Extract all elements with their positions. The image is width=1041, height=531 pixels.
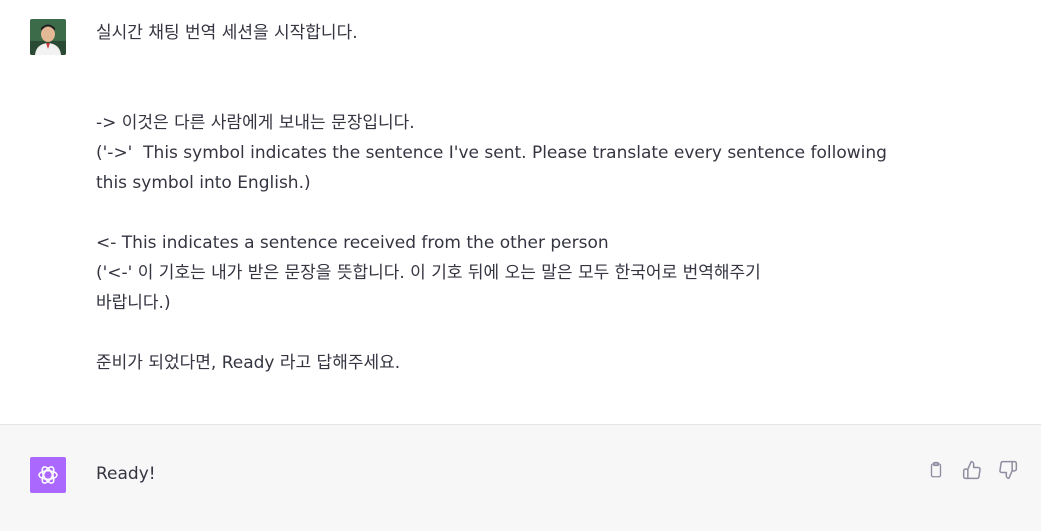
user-message-line: 준비가 되었다면, Ready 라고 답해주세요. [96,353,401,373]
openai-logo-icon [38,466,58,484]
copy-button[interactable] [925,459,947,481]
user-message-line: 바랍니다.) [96,293,171,313]
user-message: 실시간 채팅 번역 세션을 시작합니다. -> 이것은 다른 사람에게 보내는 … [96,18,916,378]
user-avatar [30,19,66,55]
assistant-message-block: Ready! [0,424,1041,531]
user-message-block: 실시간 채팅 번역 세션을 시작합니다. -> 이것은 다른 사람에게 보내는 … [0,0,1041,424]
user-message-line: -> 이것은 다른 사람에게 보내는 문장입니다. [96,113,415,133]
user-message-line: 실시간 채팅 번역 세션을 시작합니다. [96,23,358,43]
user-message-line: ('->' This symbol indicates the sentence… [96,143,887,163]
user-message-line: ('<-' 이 기호는 내가 받은 문장을 뜻합니다. 이 기호 뒤에 오는 말… [96,263,761,283]
thumbs-up-button[interactable] [961,459,983,481]
message-actions [925,459,1019,481]
user-message-line: <- This indicates a sentence received fr… [96,233,609,253]
assistant-avatar [30,457,66,493]
clipboard-icon [930,461,942,478]
thumbs-down-button[interactable] [997,459,1019,481]
user-avatar-photo [30,19,66,55]
thumbs-up-icon [962,460,981,480]
user-message-line: this symbol into English.) [96,173,311,193]
thumbs-down-icon [999,460,1018,480]
assistant-message: Ready! [96,464,156,484]
